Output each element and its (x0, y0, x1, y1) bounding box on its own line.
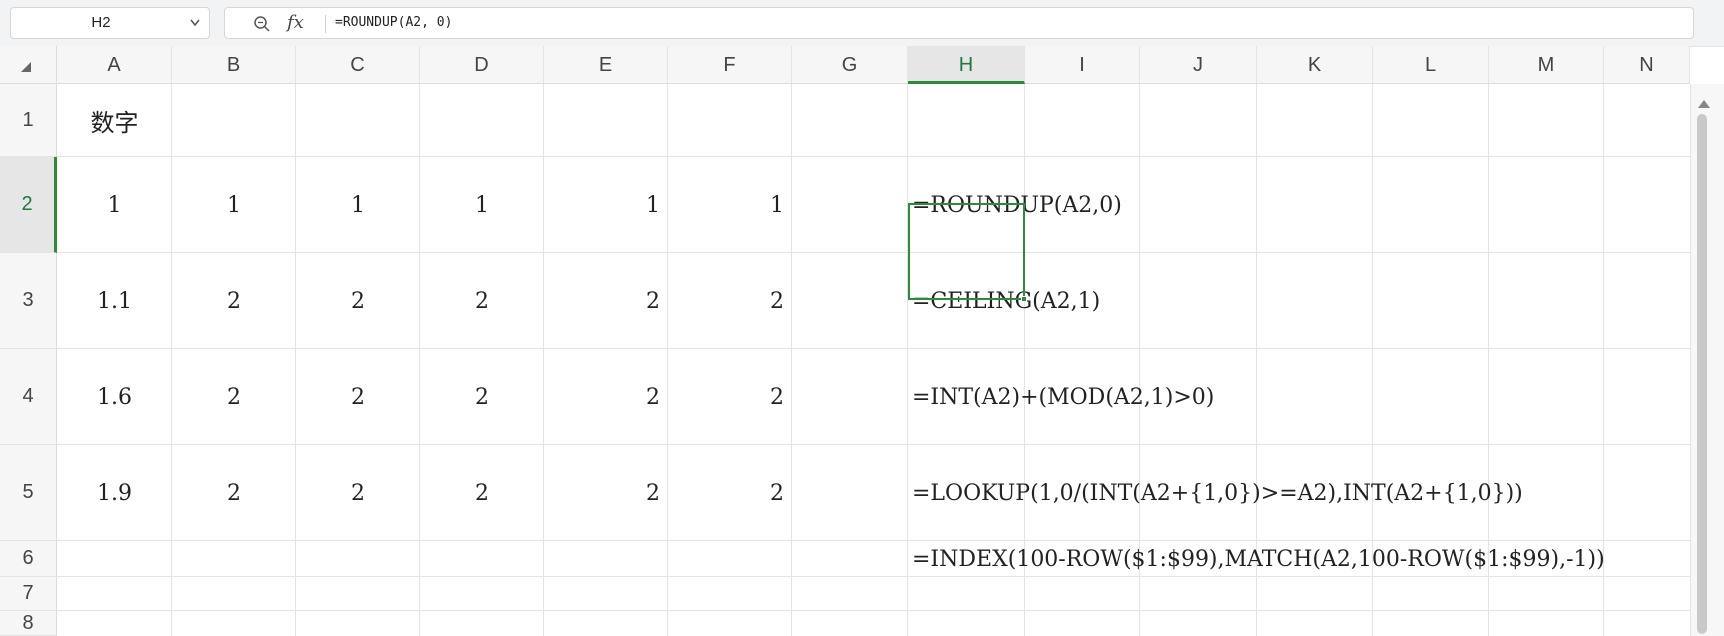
cell-a1[interactable]: 数字 (57, 84, 172, 157)
column-header-g[interactable]: G (792, 46, 908, 84)
formula-bar[interactable]: fx =ROUNDUP(A2, 0) (224, 7, 1694, 39)
formula-input[interactable]: =ROUNDUP(A2, 0) (335, 8, 452, 38)
column-header-h[interactable]: H (908, 46, 1025, 84)
cell-b5[interactable]: 2 (172, 445, 296, 541)
cell-e4[interactable]: 2 (544, 349, 668, 445)
cell-e5[interactable]: 2 (544, 445, 668, 541)
cell-c4[interactable]: 2 (296, 349, 420, 445)
cell-h4[interactable]: =INT(A2)+(MOD(A2,1)>0) (908, 349, 1214, 445)
row-header-8[interactable]: 8 (0, 611, 57, 636)
spreadsheet-grid: ABCDEFGHIJKLMN 12345678 数字 1 1 1 1 1 1 =ROUNDUP… (0, 46, 1724, 636)
zoom-search-icon[interactable] (253, 15, 271, 33)
cell-f4[interactable]: 2 (668, 349, 792, 445)
column-header-l[interactable]: L (1373, 46, 1489, 84)
cell-d2[interactable]: 1 (420, 157, 544, 253)
column-header-k[interactable]: K (1257, 46, 1373, 84)
formula-separator (325, 15, 326, 33)
cell-h2[interactable]: =ROUNDUP(A2,0) (908, 157, 1122, 253)
fill-handle[interactable] (1021, 296, 1027, 302)
column-header-n[interactable]: N (1604, 46, 1690, 84)
cell-a3[interactable]: 1.1 (57, 253, 172, 349)
function-icon[interactable]: fx (287, 8, 304, 38)
chevron-down-icon[interactable] (187, 8, 203, 38)
name-box-value[interactable]: H2 (11, 8, 191, 38)
cell-d5[interactable]: 2 (420, 445, 544, 541)
cell-b2[interactable]: 1 (172, 157, 296, 253)
cell-c5[interactable]: 2 (296, 445, 420, 541)
cell-e2[interactable]: 1 (544, 157, 668, 253)
cell-b3[interactable]: 2 (172, 253, 296, 349)
cell-h3[interactable]: =CEILING(A2,1) (908, 253, 1100, 349)
vertical-scrollbar[interactable] (1690, 84, 1724, 636)
grid-hline (57, 576, 1690, 577)
grid-hline (57, 610, 1690, 611)
row-header-6[interactable]: 6 (0, 541, 57, 577)
column-header-b[interactable]: B (172, 46, 296, 84)
row-header-2[interactable]: 2 (0, 157, 57, 253)
column-headers: ABCDEFGHIJKLMN (0, 46, 1724, 84)
cell-a4[interactable]: 1.6 (57, 349, 172, 445)
column-header-e[interactable]: E (544, 46, 668, 84)
cell-c3[interactable]: 2 (296, 253, 420, 349)
cell-a5[interactable]: 1.9 (57, 445, 172, 541)
cell-e3[interactable]: 2 (544, 253, 668, 349)
row-header-1[interactable]: 1 (0, 84, 57, 157)
cell-f5[interactable]: 2 (668, 445, 792, 541)
cell-a2[interactable]: 1 (57, 157, 172, 253)
formula-toolbar: H2 fx =ROUNDUP(A2, 0) (0, 0, 1724, 47)
row-header-3[interactable]: 3 (0, 253, 57, 349)
cell-f2[interactable]: 1 (668, 157, 792, 253)
name-box[interactable]: H2 (10, 7, 210, 39)
cell-h5[interactable]: =LOOKUP(1,0/(INT(A2+{1,0})>=A2),INT(A2+{… (908, 445, 1523, 541)
column-header-f[interactable]: F (668, 46, 792, 84)
row-header-7[interactable]: 7 (0, 577, 57, 611)
row-header-5[interactable]: 5 (0, 445, 57, 541)
column-header-j[interactable]: J (1140, 46, 1257, 84)
column-header-m[interactable]: M (1489, 46, 1604, 84)
cell-d4[interactable]: 2 (420, 349, 544, 445)
cell-h6[interactable]: =INDEX(100-ROW($1:$99),MATCH(A2,100-ROW(… (908, 541, 1605, 577)
cell-d3[interactable]: 2 (420, 253, 544, 349)
column-header-d[interactable]: D (420, 46, 544, 84)
column-header-a[interactable]: A (57, 46, 172, 84)
column-header-c[interactable]: C (296, 46, 420, 84)
column-header-i[interactable]: I (1025, 46, 1140, 84)
cell-f3[interactable]: 2 (668, 253, 792, 349)
row-header-4[interactable]: 4 (0, 349, 57, 445)
cell-c2[interactable]: 1 (296, 157, 420, 253)
scroll-up-arrow-icon[interactable] (1697, 96, 1711, 108)
scrollbar-thumb[interactable] (1697, 114, 1707, 634)
cell-b4[interactable]: 2 (172, 349, 296, 445)
